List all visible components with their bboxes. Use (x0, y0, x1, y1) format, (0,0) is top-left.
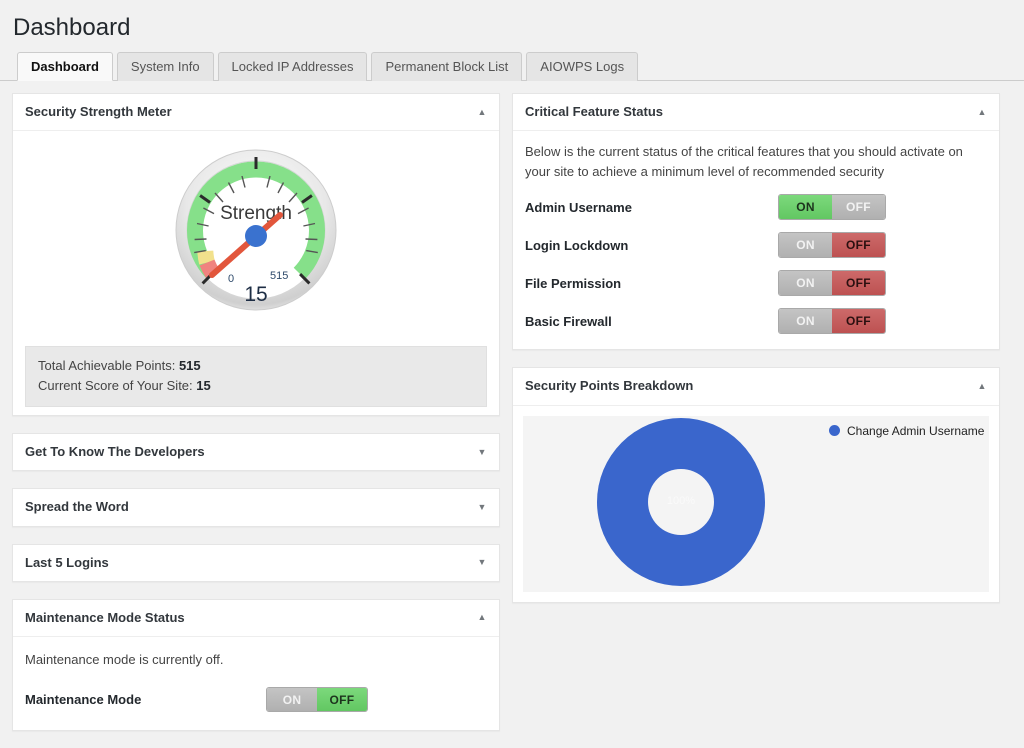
panel-title: Security Points Breakdown (525, 378, 694, 394)
tab-aiowps-logs[interactable]: AIOWPS Logs (526, 52, 639, 82)
feature-label: File Permission (525, 275, 622, 291)
feature-row-file-permission: File Permission ON OFF (525, 270, 987, 297)
toggle-on-half[interactable]: ON (779, 309, 832, 334)
panel-spread-the-word: Spread the Word ▼ (12, 488, 500, 527)
toggle-on-half[interactable]: ON (779, 271, 832, 296)
current-score-value: 15 (196, 378, 211, 394)
toggle-off-half[interactable]: OFF (317, 688, 367, 712)
panel-header-get-to-know-the-developers[interactable]: Get To Know The Developers ▼ (13, 434, 499, 470)
chevron-up-icon[interactable]: ▲ (475, 105, 489, 119)
panel-header-critical-feature-status[interactable]: Critical Feature Status ▲ (513, 94, 999, 132)
maintenance-mode-label: Maintenance Mode (25, 692, 142, 708)
chevron-up-icon[interactable]: ▲ (475, 611, 489, 625)
chart-legend: Change Admin Username (829, 422, 984, 440)
toggle-on-half[interactable]: ON (267, 688, 317, 712)
feature-row-basic-firewall: Basic Firewall ON OFF (525, 308, 987, 335)
panel-security-points-breakdown: Security Points Breakdown ▲ 100% Change … (512, 367, 1000, 603)
page-title: Dashboard (13, 14, 131, 41)
panel-title: Last 5 Logins (25, 554, 109, 570)
maintenance-mode-toggle[interactable]: ON OFF (266, 687, 368, 713)
panel-security-strength-meter: Security Strength Meter ▲ 0 515 Strength… (12, 93, 500, 417)
critical-feature-description: Below is the current status of the criti… (525, 144, 963, 179)
feature-label: Login Lockdown (525, 237, 629, 253)
current-score-label: Current Score of Your Site: (38, 378, 193, 394)
toggle-off-half[interactable]: OFF (832, 195, 885, 220)
panel-maintenance-mode-status: Maintenance Mode Status ▲ Maintenance mo… (12, 598, 500, 732)
panel-body-security-points-breakdown: 100% Change Admin Username (513, 406, 999, 602)
chevron-down-icon[interactable]: ▼ (475, 500, 489, 514)
current-score-line: Current Score of Your Site: 15 (38, 376, 474, 396)
donut-center-label: 100% (648, 468, 714, 535)
feature-label: Admin Username (525, 199, 632, 215)
gauge-value-label: 15 (244, 283, 267, 306)
panel-header-security-strength-meter[interactable]: Security Strength Meter ▲ (13, 94, 499, 132)
toggle-basic-firewall[interactable]: ON OFF (778, 308, 886, 335)
donut-ring[interactable]: 100% (597, 417, 765, 586)
panel-title: Get To Know The Developers (25, 444, 205, 460)
total-achievable-points-value: 515 (178, 357, 201, 373)
panel-body-maintenance-mode-status: Maintenance mode is currently off. Maint… (13, 637, 499, 731)
toggle-on-half[interactable]: ON (779, 195, 832, 220)
chevron-down-icon[interactable]: ▼ (475, 445, 489, 459)
toggle-on-half[interactable]: ON (779, 233, 832, 258)
feature-row-login-lockdown: Login Lockdown ON OFF (525, 232, 987, 259)
toggle-login-lockdown[interactable]: ON OFF (778, 232, 886, 259)
toggle-off-half[interactable]: OFF (832, 271, 885, 296)
panel-title: Critical Feature Status (525, 104, 663, 120)
tab-dashboard[interactable]: Dashboard (17, 52, 113, 82)
legend-color-swatch (829, 425, 840, 437)
panel-title: Security Strength Meter (25, 104, 172, 120)
legend-label: Change Admin Username (847, 423, 985, 438)
maintenance-status-text: Maintenance mode is currently off. (25, 651, 224, 667)
chevron-up-icon[interactable]: ▲ (975, 379, 989, 393)
chevron-down-icon[interactable]: ▼ (475, 556, 489, 570)
total-achievable-points-label: Total Achievable Points: (38, 357, 176, 373)
tab-bar: Dashboard System Info Locked IP Addresses P… (0, 51, 1024, 82)
feature-label: Basic Firewall (525, 313, 612, 329)
toggle-file-permission[interactable]: ON OFF (778, 270, 886, 297)
panel-header-spread-the-word[interactable]: Spread the Word ▼ (13, 489, 499, 525)
panel-last-5-logins: Last 5 Logins ▼ (12, 543, 500, 582)
tab-permanent-block-list[interactable]: Permanent Block List (371, 52, 523, 82)
panel-critical-feature-status: Critical Feature Status ▲ Below is the c… (512, 93, 1000, 351)
dashboard-columns: Security Strength Meter ▲ 0 515 Strength… (0, 81, 1024, 748)
panel-body-security-strength-meter: 0 515 Strength 15 Total Achievable Point… (13, 131, 499, 408)
tab-system-info[interactable]: System Info (116, 52, 214, 82)
total-achievable-points-line: Total Achievable Points: 515 (38, 356, 474, 376)
score-summary-box: Total Achievable Points: 515 Current Sco… (25, 345, 487, 408)
toggle-admin-username[interactable]: ON OFF (778, 194, 886, 221)
gauge-max-label: 515 (270, 270, 288, 282)
panel-body-critical-feature-status: Below is the current status of the criti… (513, 131, 999, 349)
panel-title: Spread the Word (25, 499, 129, 515)
chevron-up-icon[interactable]: ▲ (975, 105, 989, 119)
toggle-off-half[interactable]: OFF (832, 309, 885, 334)
tab-locked-ip-addresses[interactable]: Locked IP Addresses (217, 52, 368, 82)
toggle-off-half[interactable]: OFF (832, 233, 885, 258)
left-column: Security Strength Meter ▲ 0 515 Strength… (12, 93, 500, 748)
panel-get-to-know-the-developers: Get To Know The Developers ▼ (12, 433, 500, 472)
right-column: Critical Feature Status ▲ Below is the c… (512, 93, 1000, 619)
panel-header-security-points-breakdown[interactable]: Security Points Breakdown ▲ (513, 368, 999, 406)
donut-chart: 100% Change Admin Username (523, 415, 989, 592)
feature-row-admin-username: Admin Username ON OFF (525, 194, 987, 221)
gauge-svg: 0 515 Strength 15 (175, 149, 337, 311)
panel-header-last-5-logins[interactable]: Last 5 Logins ▼ (13, 545, 499, 581)
security-gauge: 0 515 Strength 15 (13, 131, 499, 336)
panel-title: Maintenance Mode Status (25, 609, 185, 625)
maintenance-mode-row: Maintenance Mode ON OFF (25, 687, 487, 718)
panel-header-maintenance-mode-status[interactable]: Maintenance Mode Status ▲ (13, 600, 499, 637)
gauge-min-label: 0 (228, 273, 234, 285)
